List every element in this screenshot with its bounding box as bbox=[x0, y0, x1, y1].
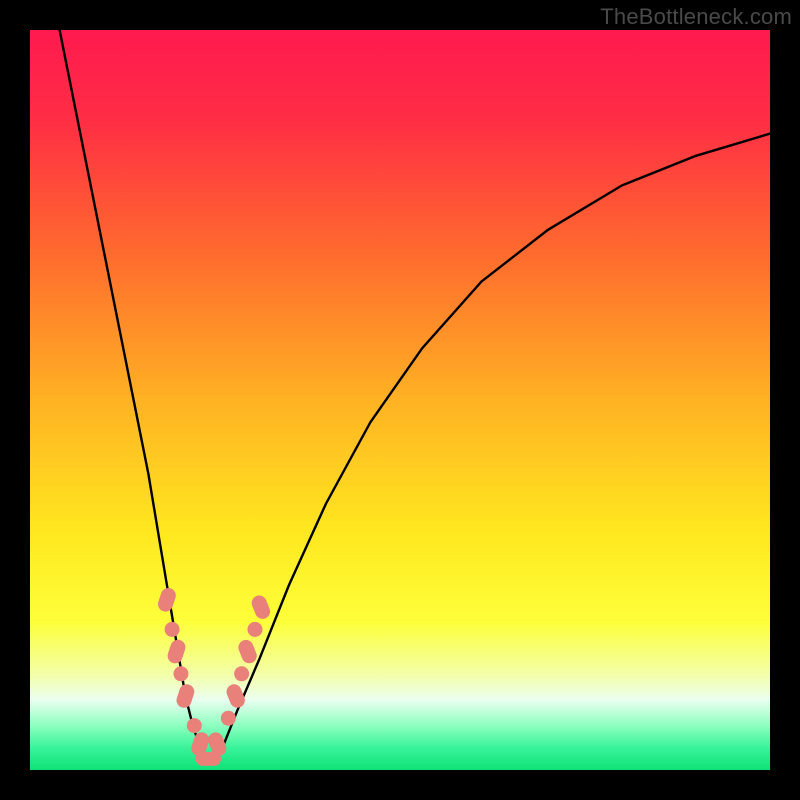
curve-right-branch bbox=[208, 134, 770, 763]
plot-area bbox=[30, 30, 770, 770]
data-markers bbox=[156, 586, 272, 766]
curve-layer bbox=[30, 30, 770, 770]
chart-frame: TheBottleneck.com bbox=[0, 0, 800, 800]
curve-left-branch bbox=[60, 30, 208, 763]
watermark-text: TheBottleneck.com bbox=[600, 4, 792, 30]
